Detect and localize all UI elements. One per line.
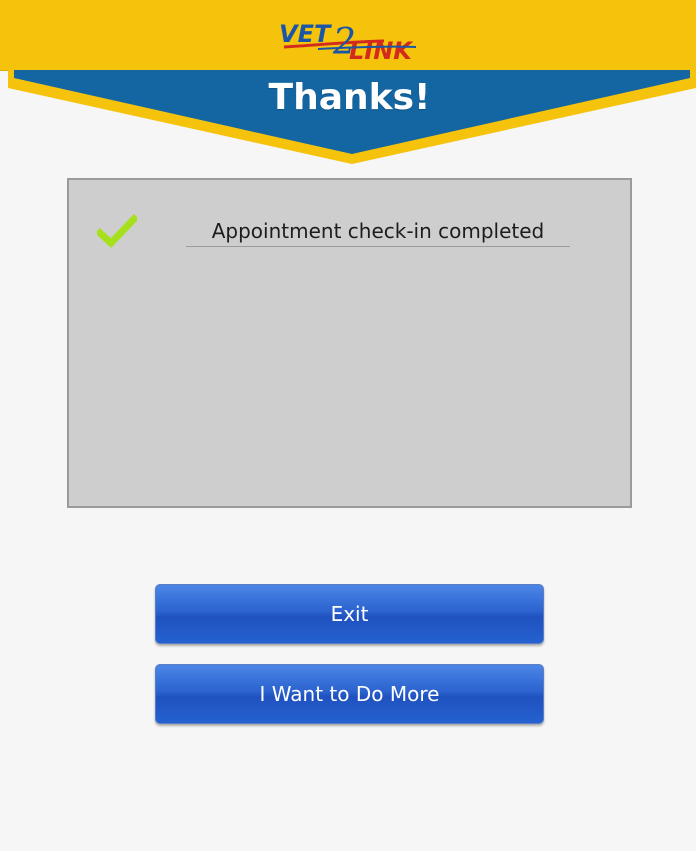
- status-panel: Appointment check-in completed: [67, 178, 632, 508]
- vet2link-logo: VET LINK 2: [279, 20, 417, 64]
- page-title: Thanks!: [268, 77, 431, 118]
- check-icon: [97, 214, 137, 248]
- logo-glyph: 2: [332, 22, 356, 63]
- do-more-button[interactable]: I Want to Do More: [155, 664, 544, 724]
- status-message: Appointment check-in completed: [186, 216, 570, 247]
- exit-button[interactable]: Exit: [155, 584, 544, 644]
